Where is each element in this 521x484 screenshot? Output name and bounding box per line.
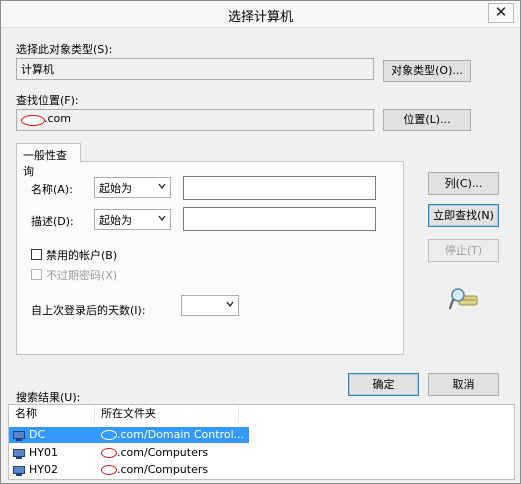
table-row[interactable]: HY02 .com/Computers <box>9 462 249 478</box>
description-mode-select[interactable]: 起始为 <box>94 209 171 230</box>
search-results-label: 搜索结果(U): <box>16 391 81 404</box>
name-mode-value: 起始为 <box>99 182 132 195</box>
object-type-value: 计算机 <box>21 63 54 76</box>
name-input[interactable] <box>183 176 376 200</box>
search-results-list[interactable]: 名称 所在文件夹 DC .com/Domain Control... HY01 … <box>8 404 515 480</box>
description-label: 描述(D): <box>31 215 74 228</box>
object-type-field: 计算机 <box>16 58 374 80</box>
row-name: HY02 <box>29 463 58 476</box>
description-mode-value: 起始为 <box>99 214 132 227</box>
non-expiring-password-checkbox <box>31 269 42 280</box>
days-since-logon-label: 自上次登录后的天数(I): <box>31 304 146 317</box>
chevron-down-icon <box>158 211 166 228</box>
chevron-down-icon <box>158 179 166 196</box>
redaction-mark <box>101 430 117 440</box>
redaction-mark <box>101 448 117 458</box>
disabled-accounts-label: 禁用的帐户(B) <box>46 249 118 262</box>
close-button[interactable]: ✕ <box>488 3 514 23</box>
location-value: .com <box>44 112 71 125</box>
row-folder-text: .com/Computers <box>117 446 209 459</box>
columns-button[interactable]: 列(C)... <box>428 172 499 195</box>
row-folder-text: .com/Domain Control... <box>117 428 245 441</box>
location-field: .com <box>16 109 374 131</box>
title-bar: 选择计算机 ✕ <box>1 1 520 28</box>
row-folder: .com/Computers <box>101 462 208 478</box>
days-since-logon-select[interactable] <box>181 295 239 316</box>
chevron-down-icon <box>226 297 234 314</box>
row-folder-text: .com/Computers <box>117 463 209 476</box>
dialog-title: 选择计算机 <box>227 10 293 25</box>
table-row[interactable]: HY01 .com/Computers <box>9 445 249 461</box>
name-mode-select[interactable]: 起始为 <box>94 177 171 198</box>
table-row[interactable]: DC .com/Domain Control... <box>9 427 249 443</box>
object-type-label: 选择此对象类型(S): <box>16 43 113 56</box>
computer-icon <box>13 465 25 476</box>
non-expiring-password-label: 不过期密码(X) <box>46 269 118 282</box>
object-types-button[interactable]: 对象类型(O)... <box>383 60 471 82</box>
row-name: HY01 <box>29 446 58 459</box>
magnifier-tool-icon <box>448 286 479 312</box>
row-folder: .com/Domain Control... <box>101 427 244 443</box>
find-now-button[interactable]: 立即查找(N) <box>428 204 499 227</box>
row-name: DC <box>29 428 46 441</box>
redaction-mark <box>21 115 45 126</box>
name-label: 名称(A): <box>31 183 73 196</box>
column-header-folder[interactable]: 所在文件夹 <box>95 405 239 423</box>
computer-icon <box>13 448 25 459</box>
select-computer-dialog: 选择计算机 ✕ 选择此对象类型(S): 计算机 对象类型(O)... 查找位置(… <box>0 0 521 484</box>
ok-button[interactable]: 确定 <box>348 373 419 396</box>
computer-icon <box>13 430 25 441</box>
close-icon: ✕ <box>494 3 508 21</box>
cancel-button[interactable]: 取消 <box>428 373 499 396</box>
disabled-accounts-checkbox[interactable] <box>31 249 42 260</box>
location-label: 查找位置(F): <box>16 94 79 107</box>
stop-button: 停止(T) <box>428 239 499 262</box>
locations-button[interactable]: 位置(L)... <box>383 109 471 131</box>
tab-common-queries[interactable]: 一般性查询 <box>16 143 81 178</box>
column-header-name[interactable]: 名称 <box>9 405 95 423</box>
description-input[interactable] <box>183 207 376 231</box>
redaction-mark <box>101 465 117 475</box>
row-folder: .com/Computers <box>101 445 208 461</box>
